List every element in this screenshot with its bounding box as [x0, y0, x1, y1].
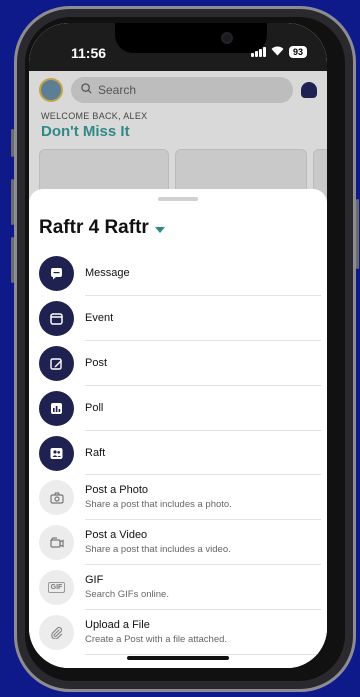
poll-chart-icon [39, 390, 74, 426]
option-message[interactable]: Message [29, 251, 327, 296]
create-bottom-sheet: Raftr 4 Raftr Message Event Post Poll Ra… [29, 189, 327, 668]
option-label: Poll [85, 401, 104, 414]
option-label: Upload a File [85, 619, 150, 632]
option-post[interactable]: Post [29, 341, 327, 386]
power-button [356, 199, 359, 269]
gif-icon: GIF [39, 570, 74, 606]
post-edit-icon [39, 345, 74, 381]
option-post-photo[interactable]: Post a Photo Share a post that includes … [29, 475, 327, 521]
search-placeholder: Search [98, 83, 137, 97]
option-description: Create a Post with a file attached. [85, 634, 228, 646]
screen: Search WELCOME BACK, ALEX Don't Miss It … [29, 23, 327, 668]
option-description: Share a post that includes a video. [85, 544, 231, 556]
signal-icon [250, 47, 266, 57]
community-selector[interactable]: Raftr 4 Raftr [39, 217, 165, 239]
message-icon [39, 255, 74, 291]
avatar [39, 78, 63, 102]
gif-icon-label: GIF [47, 582, 66, 594]
option-gif[interactable]: GIF GIF Search GIFs online. [29, 565, 327, 611]
camera-icon [39, 480, 74, 516]
camera-icon [221, 32, 233, 44]
option-description: Search GIFs online. [85, 589, 169, 601]
bell-icon [301, 82, 317, 98]
search-icon [81, 83, 92, 97]
home-indicator[interactable] [127, 656, 229, 660]
mute-switch [11, 129, 14, 157]
create-options-list: Message Event Post Poll Raft Post a Phot… [29, 251, 327, 656]
video-icon [39, 525, 74, 561]
welcome-text: WELCOME BACK, ALEX [41, 111, 148, 121]
volume-up-button [11, 179, 14, 225]
calendar-icon [39, 300, 74, 336]
option-event[interactable]: Event [29, 296, 327, 341]
status-icons: 93 [250, 45, 307, 59]
sheet-title: Raftr 4 Raftr [39, 217, 149, 238]
sheet-grabber[interactable] [158, 197, 198, 201]
option-label: GIF [85, 574, 104, 587]
option-label: Post a Video [85, 529, 148, 542]
option-poll[interactable]: Poll [29, 386, 327, 431]
paperclip-icon [39, 615, 74, 651]
caret-down-icon [154, 226, 165, 233]
option-post-video[interactable]: Post a Video Share a post that includes … [29, 520, 327, 566]
status-time: 11:56 [71, 45, 107, 61]
option-label: Post a Photo [85, 484, 148, 497]
wifi-icon [271, 45, 284, 59]
option-upload-file[interactable]: Upload a File Create a Post with a file … [29, 610, 327, 656]
option-label: Post [85, 356, 108, 369]
headline: Don't Miss It [41, 123, 130, 140]
battery-indicator: 93 [288, 46, 307, 58]
option-label: Event [85, 311, 114, 324]
option-raft[interactable]: Raft [29, 431, 327, 476]
option-label: Message [85, 266, 130, 279]
notch [115, 23, 267, 53]
background-search-row: Search [39, 77, 317, 103]
option-description: Share a post that includes a photo. [85, 499, 232, 511]
option-label: Raft [85, 446, 106, 459]
group-icon [39, 435, 74, 471]
phone-frame: Search WELCOME BACK, ALEX Don't Miss It … [11, 6, 359, 692]
volume-down-button [11, 237, 14, 283]
search-input: Search [71, 77, 293, 103]
